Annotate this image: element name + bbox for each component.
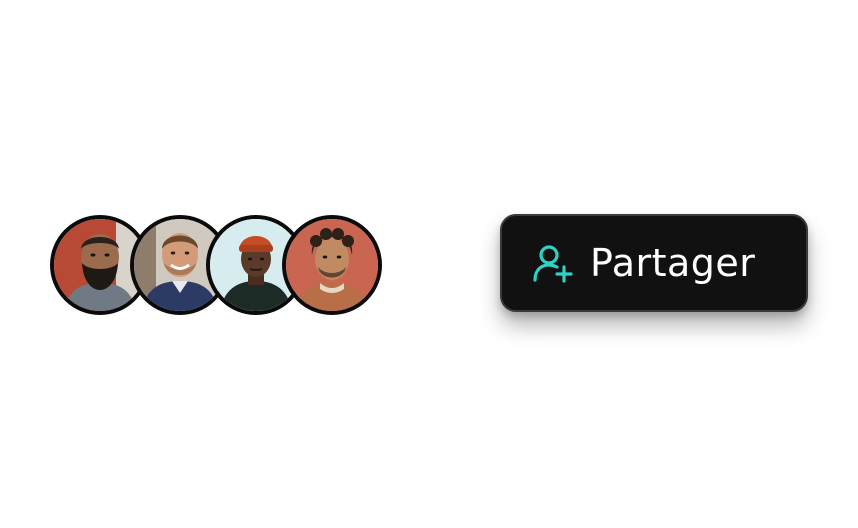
avatar-photo: [286, 219, 378, 311]
share-button[interactable]: Partager: [500, 214, 808, 312]
share-button-label: Partager: [590, 241, 756, 285]
avatar[interactable]: [282, 215, 382, 315]
user-plus-icon: [532, 242, 574, 284]
avatar-stack[interactable]: [50, 215, 382, 315]
canvas: Partager: [0, 0, 858, 528]
